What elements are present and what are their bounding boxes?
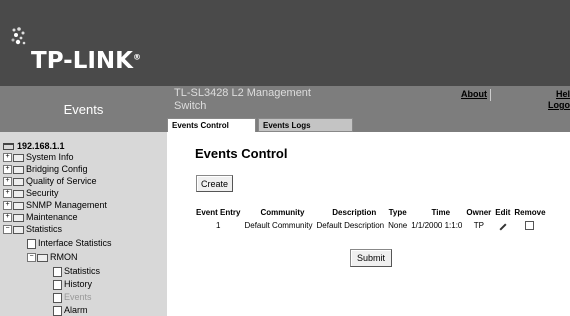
open-folder-icon — [13, 225, 24, 234]
page-icon — [27, 238, 36, 249]
folder-icon — [13, 189, 24, 198]
sidebar-item-alarm[interactable]: Alarm — [53, 305, 88, 316]
sidebar-item-label: Statistics — [64, 266, 101, 276]
sidebar-item-label: System Info — [26, 152, 74, 162]
collapse-icon[interactable]: − — [27, 253, 36, 263]
page-icon — [53, 266, 62, 277]
section-title-text: Events — [63, 102, 104, 117]
tab-events-control[interactable]: Events Control — [167, 118, 256, 132]
collapse-icon[interactable]: − — [3, 225, 12, 235]
header-banner: TP-LINK® — [0, 0, 570, 86]
logout-link[interactable]: Logo — [548, 100, 570, 110]
sidebar-item-label: History — [64, 279, 93, 289]
owner-cell: TP — [473, 221, 484, 231]
expand-icon[interactable]: + — [3, 165, 12, 175]
expand-icon[interactable]: + — [3, 177, 12, 187]
page-title: Events Control — [195, 146, 288, 161]
app-title: TL-SL3428 L2 Management Switch — [174, 87, 311, 112]
sidebar-item-history[interactable]: History — [53, 279, 92, 290]
sidebar-item-interface-statistics[interactable]: Interface Statistics — [27, 238, 112, 249]
sidebar-item-statistics[interactable]: − Statistics — [3, 224, 62, 235]
time-cell: 1/1/2000 1:1:0 — [411, 221, 463, 231]
computer-icon — [3, 143, 14, 151]
logo-text: TP-LINK — [31, 48, 133, 74]
submit-button[interactable]: Submit — [350, 249, 392, 267]
page-section-title: Events — [0, 86, 167, 132]
create-button[interactable]: Create — [196, 175, 233, 192]
sidebar-item-label: Quality of Service — [26, 176, 97, 186]
page-icon — [53, 305, 62, 316]
sidebar-item-rmon[interactable]: − RMON — [27, 252, 78, 263]
sidebar-item-snmp[interactable]: + SNMP Management — [3, 200, 107, 211]
sidebar-item-label: RMON — [50, 252, 78, 262]
sidebar-item-label: SNMP Management — [26, 200, 107, 210]
sidebar-tree: 192.168.1.1 + System Info + Bridging Confi… — [0, 132, 167, 316]
help-link[interactable]: Hel — [556, 89, 570, 99]
link-separator — [490, 89, 491, 101]
sidebar-item-security[interactable]: + Security — [3, 188, 59, 199]
sidebar-item-qos[interactable]: + Quality of Service — [3, 176, 97, 187]
community-cell: Default Community — [244, 221, 313, 231]
expand-icon[interactable]: + — [3, 213, 12, 223]
events-table: Event Entry Community Description Type T… — [194, 206, 548, 232]
sidebar-item-label: Maintenance — [26, 212, 78, 222]
sidebar-item-label: Security — [26, 188, 59, 198]
table-row: 1 Default Community Default Description … — [194, 219, 548, 232]
tab-events-logs[interactable]: Events Logs — [258, 118, 353, 132]
sidebar-item-maintenance[interactable]: + Maintenance — [3, 212, 78, 223]
remove-checkbox[interactable] — [525, 221, 535, 231]
event-entry-cell: 1 — [216, 221, 221, 231]
column-header: Type — [388, 208, 407, 217]
remove-cell — [512, 219, 547, 232]
column-header: Description — [332, 208, 377, 217]
tree-root[interactable]: 192.168.1.1 — [3, 141, 65, 152]
expand-icon[interactable]: + — [3, 153, 12, 163]
sidebar-item-bridging-config[interactable]: + Bridging Config — [3, 164, 88, 175]
page-icon — [53, 279, 62, 290]
registered-mark: ® — [132, 52, 141, 62]
column-header: Edit — [495, 208, 511, 217]
expand-icon[interactable]: + — [3, 189, 12, 199]
column-header: Owner — [466, 208, 492, 217]
table-header-row: Event Entry Community Description Type T… — [194, 206, 548, 219]
sidebar-item-label: Events — [64, 292, 92, 302]
folder-icon — [13, 153, 24, 162]
folder-icon — [13, 201, 24, 210]
column-header: Event Entry — [196, 208, 241, 217]
folder-icon — [13, 213, 24, 222]
sidebar-item-events[interactable]: Events — [53, 292, 92, 303]
logo-dots-icon — [11, 27, 26, 45]
edit-cell — [493, 219, 512, 232]
sidebar-item-label: Interface Statistics — [38, 238, 112, 248]
expand-icon[interactable]: + — [3, 201, 12, 211]
type-cell: None — [388, 221, 408, 231]
sidebar-item-label: Statistics — [26, 224, 63, 234]
sidebar-item-system-info[interactable]: + System Info — [3, 152, 74, 163]
pencil-icon[interactable] — [499, 223, 507, 231]
sidebar-item-label: Bridging Config — [26, 164, 88, 174]
column-header: Remove — [514, 208, 546, 217]
description-cell: Default Description — [316, 221, 385, 231]
page-icon — [53, 292, 62, 303]
tree-root-label: 192.168.1.1 — [17, 141, 65, 151]
column-header: Community — [260, 208, 305, 217]
folder-icon — [13, 177, 24, 186]
column-header: Time — [431, 208, 451, 217]
sidebar-item-label: Alarm — [64, 305, 88, 315]
open-folder-icon — [37, 253, 48, 262]
about-link[interactable]: About — [461, 89, 487, 99]
folder-icon — [13, 165, 24, 174]
sidebar-item-rmon-statistics[interactable]: Statistics — [53, 266, 100, 277]
